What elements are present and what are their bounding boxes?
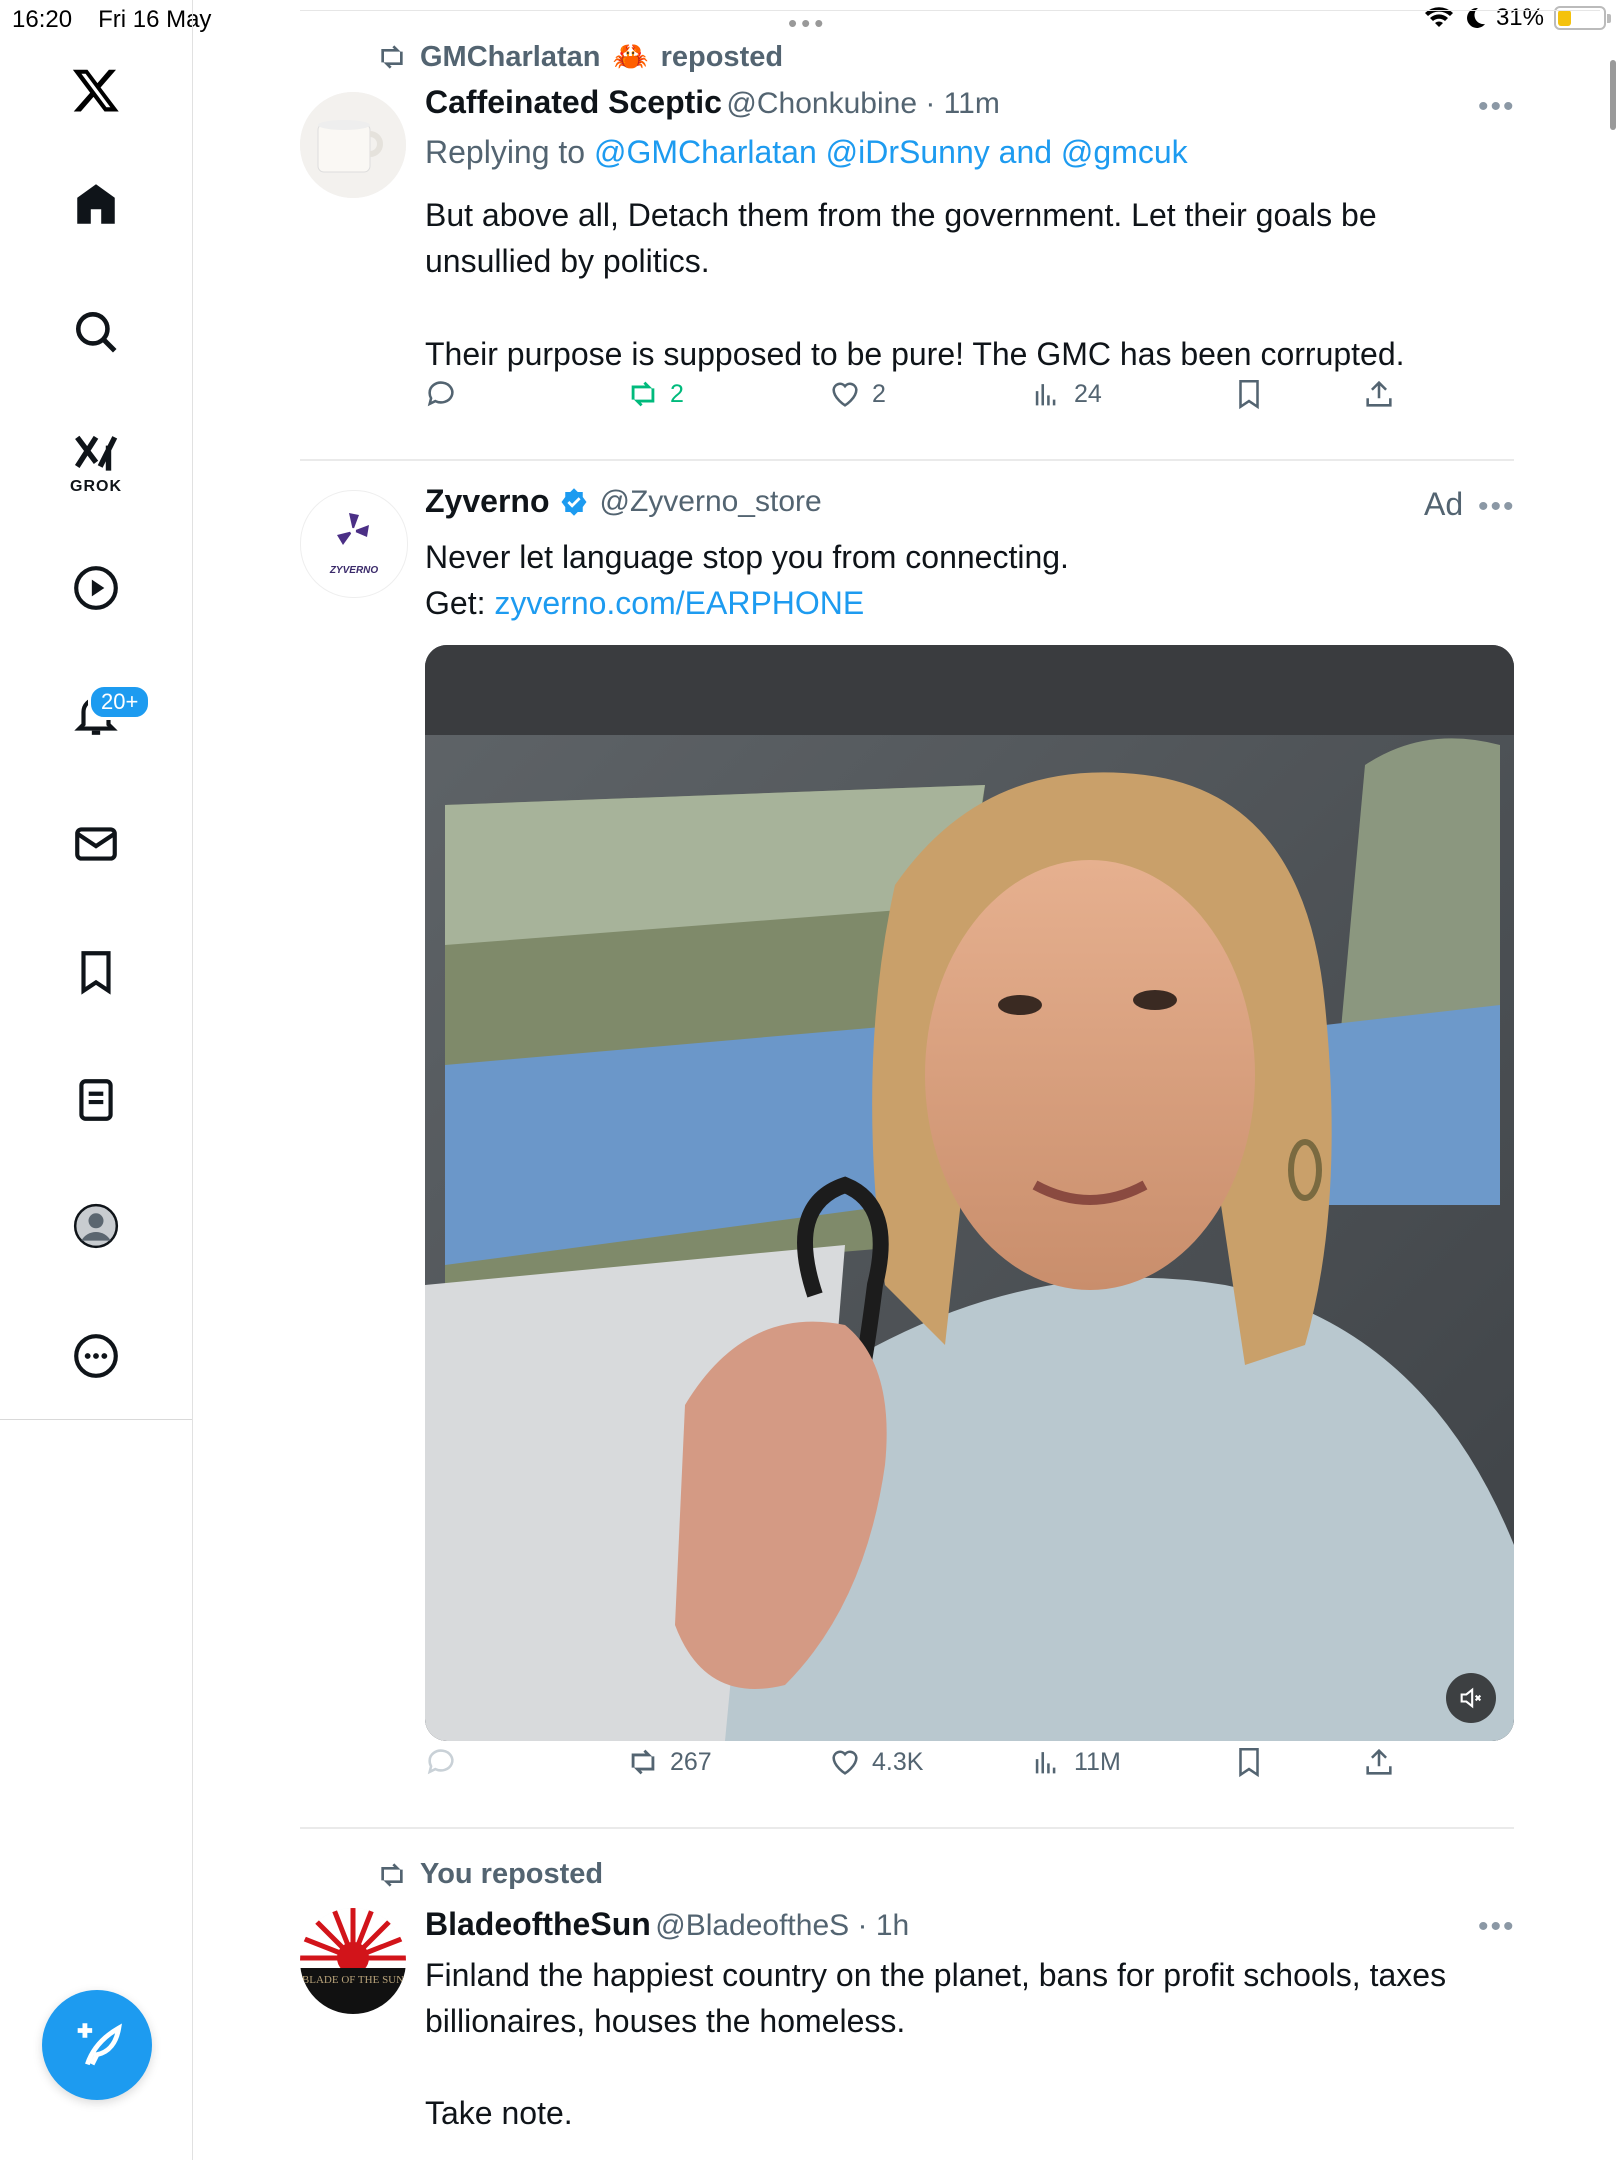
lists-icon[interactable] <box>60 1064 132 1136</box>
repost-icon <box>381 1862 403 1887</box>
video-icon[interactable] <box>60 552 132 624</box>
post-time[interactable]: 1h <box>876 1909 909 1942</box>
profile-icon[interactable] <box>60 1190 132 1262</box>
repost-by[interactable]: GMCharlatan <box>420 41 600 74</box>
grok-label: GROK <box>70 478 122 495</box>
mail-icon[interactable] <box>60 808 132 880</box>
repost-emoji: 🦀 <box>612 41 649 73</box>
notification-badge: 20+ <box>88 684 152 720</box>
sunburst-avatar-image <box>300 1908 406 2014</box>
post-header: BladeoftheSun @BladeoftheS · 1h <box>425 1906 910 1942</box>
mug-avatar-image <box>300 92 406 198</box>
volume-mute-icon <box>1460 1687 1482 1709</box>
bookmark-icon[interactable] <box>60 936 132 1008</box>
author-name[interactable]: Caffeinated Sceptic <box>425 84 722 120</box>
post-text-2: Take note. <box>425 2095 573 2131</box>
video-frame-image <box>425 645 1514 1741</box>
views-icon <box>1035 1752 1056 1774</box>
post-text: Never let language stop you from connect… <box>425 539 1069 575</box>
avatar[interactable]: ZYVERNO <box>300 490 408 598</box>
scrollbar[interactable] <box>1610 60 1616 130</box>
post-header: Zyverno @Zyverno_store <box>425 483 822 520</box>
views-button[interactable]: 11M <box>1030 1745 1121 1779</box>
compose-button[interactable] <box>42 1990 152 2100</box>
repost-count: 267 <box>670 1747 712 1776</box>
replying-line: Replying to @GMCharlatan @iDrSunny and @… <box>425 134 1188 171</box>
author-handle[interactable]: @Zyverno_store <box>599 485 821 519</box>
reply-button[interactable] <box>424 1745 458 1779</box>
avatar[interactable] <box>300 92 406 198</box>
ad-link-line: Get: zyverno.com/EARPHONE <box>425 580 864 626</box>
search-icon[interactable] <box>60 296 132 368</box>
ad-link[interactable]: zyverno.com/EARPHONE <box>494 585 864 621</box>
avatar-text: BLADE OF THE SUN <box>301 1974 405 1986</box>
sidebar: GROK 20+ <box>0 0 193 2160</box>
post-text: But above all, Detach them from the gove… <box>425 197 1377 279</box>
author-name[interactable]: BladeoftheSun <box>425 1906 651 1942</box>
share-icon <box>1366 1748 1392 1775</box>
sidebar-divider <box>0 1419 192 1420</box>
verified-badge-icon <box>561 487 587 516</box>
reply-icon <box>427 381 454 407</box>
post-time[interactable]: 11m <box>944 87 1000 120</box>
post-divider <box>300 459 1514 461</box>
heart-icon <box>832 382 858 407</box>
status-bar-right: 31% <box>1424 4 1611 32</box>
avatar[interactable]: BLADE OF THE SUN <box>300 1908 406 2014</box>
bookmark-button[interactable] <box>1232 1745 1266 1779</box>
views-icon <box>1035 384 1056 406</box>
repost-indicator: You reposted <box>376 1858 603 1891</box>
top-rule <box>300 10 1600 11</box>
x-logo-icon[interactable] <box>60 54 132 126</box>
views-button[interactable]: 24 <box>1030 377 1102 411</box>
repost-suffix: reposted <box>660 40 784 73</box>
post-text: Finland the happiest country on the plan… <box>425 1957 1447 2039</box>
like-button[interactable]: 4.3K <box>828 1745 923 1779</box>
author-handle[interactable]: @BladeoftheS <box>655 1909 849 1942</box>
heart-icon <box>832 1750 858 1775</box>
reply-button[interactable] <box>424 377 458 411</box>
more-icon[interactable] <box>60 1320 132 1392</box>
repost-button[interactable]: 2 <box>626 377 684 411</box>
share-button[interactable] <box>1362 377 1396 411</box>
battery-percent: 31% <box>1495 4 1544 31</box>
repost-icon <box>381 45 403 69</box>
more-options-icon[interactable]: ••• <box>1478 490 1516 524</box>
more-options-icon[interactable]: ••• <box>1478 90 1516 124</box>
post-text-2: Their purpose is supposed to be pure! Th… <box>425 336 1405 372</box>
bookmark-icon <box>1239 379 1259 410</box>
mute-button[interactable] <box>1446 1673 1496 1723</box>
multitasking-dots[interactable]: ••• <box>788 8 827 39</box>
share-icon <box>1366 380 1392 407</box>
post-divider <box>300 1827 1514 1829</box>
repost-icon <box>631 381 655 407</box>
ad-label: Ad <box>1424 486 1464 522</box>
repost-indicator: GMCharlatan 🦀 reposted <box>376 40 783 74</box>
like-count: 4.3K <box>872 1747 924 1776</box>
bookmark-button[interactable] <box>1232 377 1266 411</box>
replying-mentions[interactable]: @GMCharlatan @iDrSunny and @gmcuk <box>594 134 1188 170</box>
avatar-text: ZYVERNO <box>329 565 379 576</box>
post-header: Caffeinated Sceptic @Chonkubine · 11m <box>425 84 1000 120</box>
repost-label: You reposted <box>420 1858 604 1890</box>
views-count: 24 <box>1074 379 1102 408</box>
home-icon[interactable] <box>60 168 132 240</box>
views-count: 11M <box>1074 1747 1121 1776</box>
reply-icon <box>427 1749 454 1775</box>
more-options-icon[interactable]: ••• <box>1478 1910 1516 1944</box>
author-name[interactable]: Zyverno <box>425 483 549 520</box>
author-handle[interactable]: @Chonkubine <box>726 87 917 120</box>
replying-label: Replying to <box>425 134 586 170</box>
like-count: 2 <box>872 379 886 408</box>
video-player[interactable] <box>425 645 1514 1741</box>
zyverno-logo-icon <box>337 513 369 545</box>
repost-count: 2 <box>670 379 684 408</box>
repost-icon <box>631 1749 655 1775</box>
get-label: Get: <box>425 585 486 621</box>
compose-icon <box>77 2023 122 2066</box>
repost-button[interactable]: 267 <box>626 1745 712 1779</box>
share-button[interactable] <box>1362 1745 1396 1779</box>
bookmark-icon <box>1239 1747 1259 1778</box>
like-button[interactable]: 2 <box>828 377 886 411</box>
